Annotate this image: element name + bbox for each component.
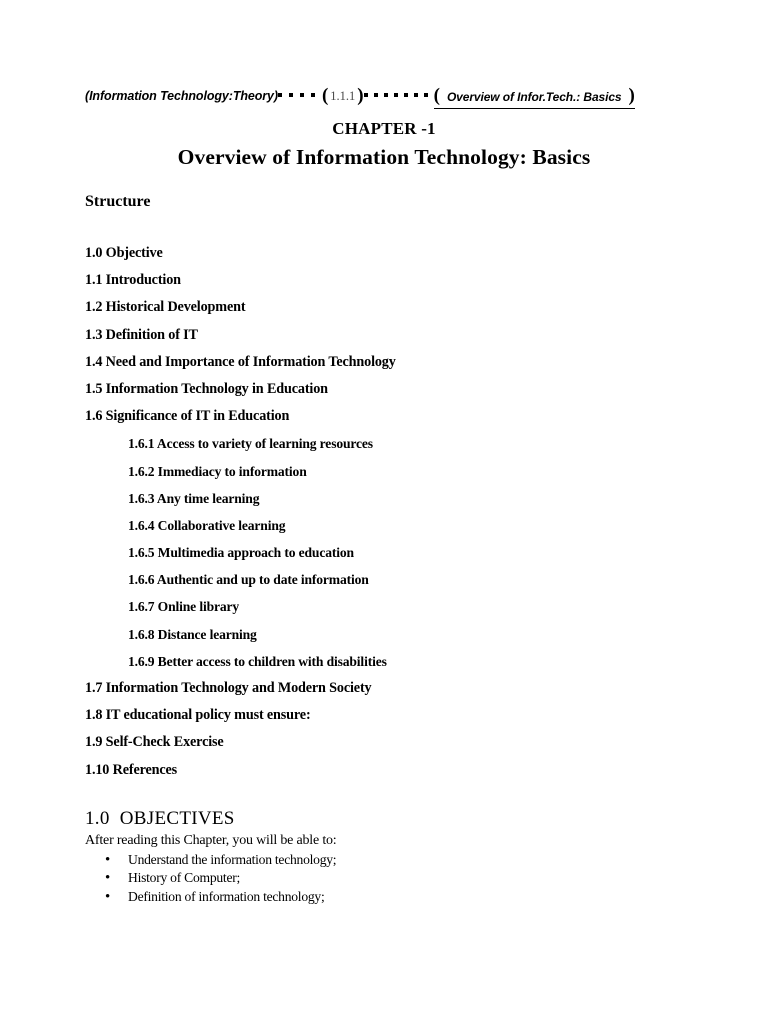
objectives-heading: 1.0 OBJECTIVES	[85, 808, 235, 829]
structure-item: 1.0 Objective	[85, 245, 163, 261]
structure-item: 1.5 Information Technology in Education	[85, 380, 328, 397]
chapter-label: CHAPTER -1	[332, 119, 436, 138]
structure-item: 1.7 Information Technology and Modern So…	[85, 680, 372, 696]
bullet-icon: •	[105, 888, 111, 905]
header-page-number: 1.1.1	[330, 89, 356, 103]
objective-list-item: • History of Computer;	[85, 869, 685, 887]
structure-item: 1.2 Historical Development	[85, 299, 246, 316]
structure-item: 1.4 Need and Importance of Information T…	[85, 353, 396, 370]
structure-subitem: 1.6.9 Better access to children with dis…	[128, 653, 387, 669]
header-left-label: (Information Technology:Theory)	[85, 89, 278, 103]
header-right-open-paren: (	[433, 85, 440, 106]
structure-subitem: 1.6.8 Distance learning	[128, 626, 257, 642]
header-open-paren: (	[321, 85, 329, 106]
page-title: Overview of Information Technology: Basi…	[177, 145, 591, 169]
structure-heading: Structure	[85, 193, 151, 210]
header-leader-dots-right	[363, 93, 434, 97]
header-right-close-paren: )	[628, 85, 635, 106]
structure-subitem: 1.6.2 Immediacy to information	[128, 463, 307, 479]
objective-text: Understand the information technology;	[128, 852, 337, 867]
structure-item: 1.8 IT educational policy must ensure:	[85, 707, 311, 724]
header-right-label: Overview of Infor.Tech.: Basics	[446, 90, 622, 104]
structure-subitem: 1.6.7 Online library	[128, 599, 240, 615]
structure-item: 1.9 Self-Check Exercise	[85, 734, 224, 751]
structure-subitem: 1.6.3 Any time learning	[128, 490, 260, 506]
objective-list-item: • Definition of information technology;	[85, 888, 685, 906]
structure-subitem: 1.6.6 Authentic and up to date informati…	[128, 572, 369, 588]
bullet-icon: •	[105, 870, 111, 887]
objectives-intro: After reading this Chapter, you will be …	[85, 833, 337, 848]
structure-subitem: 1.6.4 Collaborative learning	[128, 517, 286, 533]
running-header: (Information Technology:Theory) ( 1.1.1 …	[85, 84, 697, 109]
objective-text: Definition of information technology;	[128, 888, 325, 904]
structure-item: 1.10 References	[85, 761, 178, 778]
header-leader-dots-left	[277, 93, 322, 97]
structure-item: 1.1 Introduction	[85, 272, 181, 289]
structure-item: 1.6 Significance of IT in Education	[85, 408, 290, 425]
structure-subitem: 1.6.1 Access to variety of learning reso…	[128, 436, 373, 452]
structure-subitem: 1.6.5 Multimedia approach to education	[128, 545, 354, 561]
bullet-icon: •	[105, 852, 111, 868]
header-right-group: ( Overview of Infor.Tech.: Basics )	[433, 85, 635, 109]
objectives-bullet-list: • Understand the information technology; •…	[85, 851, 685, 906]
structure-item: 1.3 Definition of IT	[85, 326, 198, 343]
objective-list-item: • Understand the information technology;	[85, 851, 685, 869]
structure-list: 1.0 Objective 1.1 Introduction 1.2 Histori…	[85, 240, 685, 784]
document-page: (Information Technology:Theory) ( 1.1.1 …	[0, 0, 768, 1024]
